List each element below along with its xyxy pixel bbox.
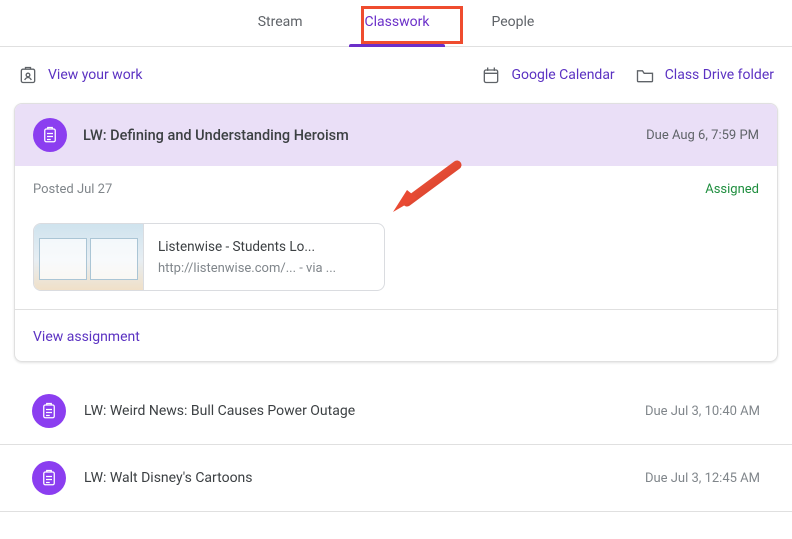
- calendar-icon: [481, 65, 501, 85]
- view-your-work-link[interactable]: View your work: [18, 65, 143, 85]
- assignment-row[interactable]: LW: Walt Disney's Cartoons Due Jul 3, 12…: [0, 445, 792, 512]
- folder-icon: [635, 65, 655, 85]
- class-drive-label: Class Drive folder: [665, 67, 774, 83]
- assignment-row-due: Due Jul 3, 12:45 AM: [645, 471, 760, 486]
- expanded-assignment-card: LW: Defining and Understanding Heroism D…: [14, 103, 778, 362]
- attachment-thumbnail: [34, 224, 144, 290]
- view-your-work-label: View your work: [48, 67, 143, 83]
- assignment-row-title: LW: Weird News: Bull Causes Power Outage: [84, 403, 645, 419]
- view-assignment-link[interactable]: View assignment: [33, 329, 140, 345]
- assignment-icon: [32, 394, 66, 428]
- attachment-card[interactable]: Listenwise - Students Lo... http://liste…: [33, 223, 385, 291]
- status-badge: Assigned: [705, 182, 759, 197]
- assignment-person-icon: [18, 65, 38, 85]
- attachment-text: Listenwise - Students Lo... http://liste…: [144, 233, 350, 282]
- assignment-row-due: Due Jul 3, 10:40 AM: [645, 404, 760, 419]
- posted-date: Posted Jul 27: [33, 182, 112, 197]
- assignment-due: Due Aug 6, 7:59 PM: [646, 128, 759, 143]
- assignment-row[interactable]: LW: Weird News: Bull Causes Power Outage…: [0, 378, 792, 445]
- assignment-row-title: LW: Walt Disney's Cartoons: [84, 470, 645, 486]
- assignment-icon: [33, 118, 67, 152]
- attachment-url: http://listenwise.com/... - via ...: [158, 261, 336, 276]
- attachment-title: Listenwise - Students Lo...: [158, 239, 336, 255]
- assignment-header[interactable]: LW: Defining and Understanding Heroism D…: [15, 104, 777, 166]
- assignment-title: LW: Defining and Understanding Heroism: [83, 127, 646, 144]
- google-calendar-link[interactable]: Google Calendar: [481, 65, 614, 85]
- tab-stream[interactable]: Stream: [242, 14, 319, 46]
- assignment-icon: [32, 461, 66, 495]
- class-drive-link[interactable]: Class Drive folder: [635, 65, 774, 85]
- assignment-body: Posted Jul 27 Assigned Listenwise - Stud…: [15, 166, 777, 309]
- google-calendar-label: Google Calendar: [511, 67, 614, 83]
- tabs-bar: Stream Classwork People: [0, 0, 792, 47]
- toolbar: View your work Google Calendar Class Dri…: [0, 47, 792, 103]
- tab-classwork[interactable]: Classwork: [349, 14, 446, 46]
- assignment-footer: View assignment: [15, 309, 777, 361]
- tab-people[interactable]: People: [475, 14, 550, 46]
